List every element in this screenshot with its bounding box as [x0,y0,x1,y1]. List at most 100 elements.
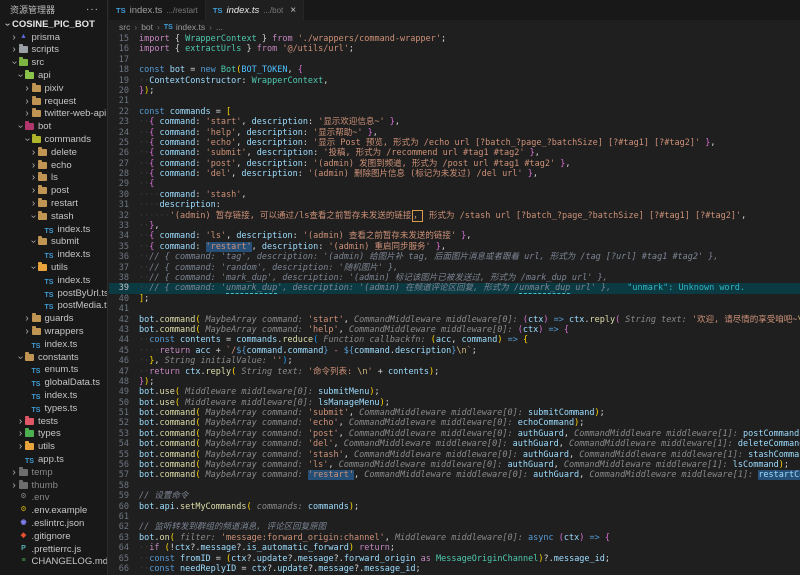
tree-file-types.ts[interactable]: TStypes.ts [0,402,107,415]
close-icon[interactable]: × [290,5,296,16]
breadcrumb-item-bot[interactable]: bot [141,22,153,32]
code-line-38[interactable]: 38··// { command: 'mark_dup', descriptio… [109,273,800,283]
code-line-55[interactable]: 55bot.command( MaybeArray command: 'stas… [109,450,800,460]
tree-folder-constants[interactable]: ›constants [0,351,107,364]
tree-folder-delete[interactable]: ›delete [0,146,107,159]
code-line-29[interactable]: 29··{ [109,179,800,189]
tree-file-index.ts[interactable]: TSindex.ts [0,338,107,351]
tree-file-index.ts[interactable]: TSindex.ts [0,223,107,236]
tree-file-.env.example[interactable]: ⚙.env.example [0,504,107,517]
tree-file-app.ts[interactable]: TSapp.ts [0,453,107,466]
tree-folder-utils[interactable]: ›utils [0,261,107,274]
tree-folder-echo[interactable]: ›echo [0,159,107,172]
tree-file-.env[interactable]: ⚙.env [0,491,107,504]
tree-file-enum.ts[interactable]: TSenum.ts [0,364,107,377]
tab-index.ts-restart[interactable]: TSindex.ts.../restart [109,0,206,20]
code-editor[interactable]: 15import { WrapperContext } from './wrap… [109,34,800,575]
tree-folder-tests[interactable]: ›tests [0,415,107,428]
code-line-64[interactable]: 64··if (!ctx?.message?.is_automatic_forw… [109,543,800,553]
code-line-62[interactable]: 62// 监听转发到群组的频道消息, 评论区回复原图 [109,522,800,532]
code-line-20[interactable]: 20}); [109,86,800,96]
breadcrumb-item-index.ts[interactable]: TSindex.ts [164,22,205,32]
code-line-65[interactable]: 65··const fromID = (ctx?.update?.message… [109,554,800,564]
code-line-22[interactable]: 22const commands = [ [109,107,800,117]
tree-folder-restart[interactable]: ›restart [0,197,107,210]
code-line-30[interactable]: 30····command: 'stash', [109,190,800,200]
code-line-56[interactable]: 56bot.command( MaybeArray command: 'ls',… [109,460,800,470]
tree-file-index.ts[interactable]: TSindex.ts [0,274,107,287]
tree-folder-src[interactable]: ›src [0,56,107,69]
tree-file-index.ts[interactable]: TSindex.ts [0,248,107,261]
code-line-50[interactable]: 50bot.use( Middleware middleware[0]: lsM… [109,398,800,408]
tree-folder-bot[interactable]: ›bot [0,120,107,133]
code-line-59[interactable]: 59// 设置命令 [109,491,800,501]
code-line-43[interactable]: 43bot.command( MaybeArray command: 'help… [109,325,800,335]
tree-folder-post[interactable]: ›post [0,184,107,197]
code-line-42[interactable]: 42bot.command( MaybeArray command: 'star… [109,315,800,325]
code-line-18[interactable]: 18const bot = new Bot(BOT_TOKEN, { [109,65,800,75]
tree-folder-utils[interactable]: ›utils [0,440,107,453]
code-line-36[interactable]: 36··// { command: 'tag', description: '(… [109,252,800,262]
code-line-24[interactable]: 24··{ command: 'help', description: '显示帮… [109,128,800,138]
code-line-37[interactable]: 37··// { command: 'random', description:… [109,263,800,273]
tree-file-.prettierrc.js[interactable]: P.prettierrc.js [0,543,107,556]
tree-file-globalData.ts[interactable]: TSglobalData.ts [0,376,107,389]
code-line-60[interactable]: 60bot.api.setMyCommands( commands: comma… [109,502,800,512]
tree-folder-wrappers[interactable]: ›wrappers [0,325,107,338]
tree-file-.eslintrc.json[interactable]: ◉.eslintrc.json [0,517,107,530]
code-line-39[interactable]: 39··// { command: 'unmark_dup', descript… [109,283,800,293]
code-line-44[interactable]: 44··const contents = commands.reduce( Fu… [109,335,800,345]
code-line-35[interactable]: 35··{ command: 'restart', description: '… [109,242,800,252]
tree-file-postByUrl.ts[interactable]: TSpostByUrl.ts [0,287,107,300]
code-line-66[interactable]: 66··const needReplyID = ctx?.update?.mes… [109,564,800,574]
code-line-21[interactable]: 21 [109,96,800,106]
tree-folder-types[interactable]: ›types [0,428,107,441]
code-line-53[interactable]: 53bot.command( MaybeArray command: 'post… [109,429,800,439]
code-line-17[interactable]: 17 [109,55,800,65]
tree-folder-prisma[interactable]: ›▲prisma [0,31,107,44]
tree-folder-submit[interactable]: ›submit [0,236,107,249]
code-line-28[interactable]: 28··{ command: 'del', description: '(adm… [109,169,800,179]
code-line-23[interactable]: 23··{ command: 'start', description: '显示… [109,117,800,127]
code-line-48[interactable]: 48}); [109,377,800,387]
tree-file-CHANGELOG.md[interactable]: ≡CHANGELOG.md [0,555,107,568]
tree-folder-stash[interactable]: ›stash [0,210,107,223]
code-line-46[interactable]: 46··}, String initialValue: ''); [109,356,800,366]
more-actions-icon[interactable]: ··· [86,4,99,15]
code-line-40[interactable]: 40]; [109,294,800,304]
code-line-45[interactable]: 45····return acc + `/${command.command} … [109,346,800,356]
code-line-19[interactable]: 19··ContextConstructor: WrapperContext, [109,76,800,86]
tree-file-COSINE_PIC_BOT[interactable]: ›COSINE_PIC_BOT [0,18,107,31]
code-line-47[interactable]: 47··return ctx.reply( String text: '命令列表… [109,367,800,377]
tree-folder-guards[interactable]: ›guards [0,312,107,325]
code-line-27[interactable]: 27··{ command: 'post', description: '(ad… [109,159,800,169]
tree-folder-scripts[interactable]: ›scripts [0,44,107,57]
code-line-32[interactable]: 32······'(admin) 暂存链接, 可以通过/ls查看之前暂存未发送的… [109,211,800,221]
code-line-15[interactable]: 15import { WrapperContext } from './wrap… [109,34,800,44]
tree-folder-commands[interactable]: ›commands [0,133,107,146]
code-line-16[interactable]: 16import { extractUrls } from '@/utils/u… [109,44,800,54]
code-line-26[interactable]: 26··{ command: 'submit', description: '投… [109,148,800,158]
tree-file-index.ts[interactable]: TSindex.ts [0,389,107,402]
code-line-61[interactable]: 61 [109,512,800,522]
code-line-54[interactable]: 54bot.command( MaybeArray command: 'del'… [109,439,800,449]
tree-folder-temp[interactable]: ›temp [0,466,107,479]
tree-file-postMedia.ts[interactable]: TSpostMedia.ts [0,300,107,313]
code-line-49[interactable]: 49bot.use( Middleware middleware[0]: sub… [109,387,800,397]
tree-folder-request[interactable]: ›request [0,95,107,108]
code-line-52[interactable]: 52bot.command( MaybeArray command: 'echo… [109,418,800,428]
code-line-63[interactable]: 63bot.on( filter: 'message:forward_origi… [109,533,800,543]
code-line-51[interactable]: 51bot.command( MaybeArray command: 'subm… [109,408,800,418]
tab-index.ts-bot[interactable]: TSindex.ts.../bot× [206,0,304,20]
breadcrumb-item-src[interactable]: src [119,22,130,32]
breadcrumb-item-...[interactable]: ... [216,22,223,32]
tree-folder-thumb[interactable]: ›thumb [0,479,107,492]
code-line-34[interactable]: 34··{ command: 'ls', description: '(admi… [109,231,800,241]
tree-folder-pixiv[interactable]: ›pixiv [0,82,107,95]
code-line-41[interactable]: 41 [109,304,800,314]
code-line-57[interactable]: 57bot.command( MaybeArray command: 'rest… [109,470,800,480]
code-line-58[interactable]: 58 [109,481,800,491]
code-line-25[interactable]: 25··{ command: 'echo', description: '显示 … [109,138,800,148]
code-line-31[interactable]: 31····description: [109,200,800,210]
code-line-33[interactable]: 33··}, [109,221,800,231]
